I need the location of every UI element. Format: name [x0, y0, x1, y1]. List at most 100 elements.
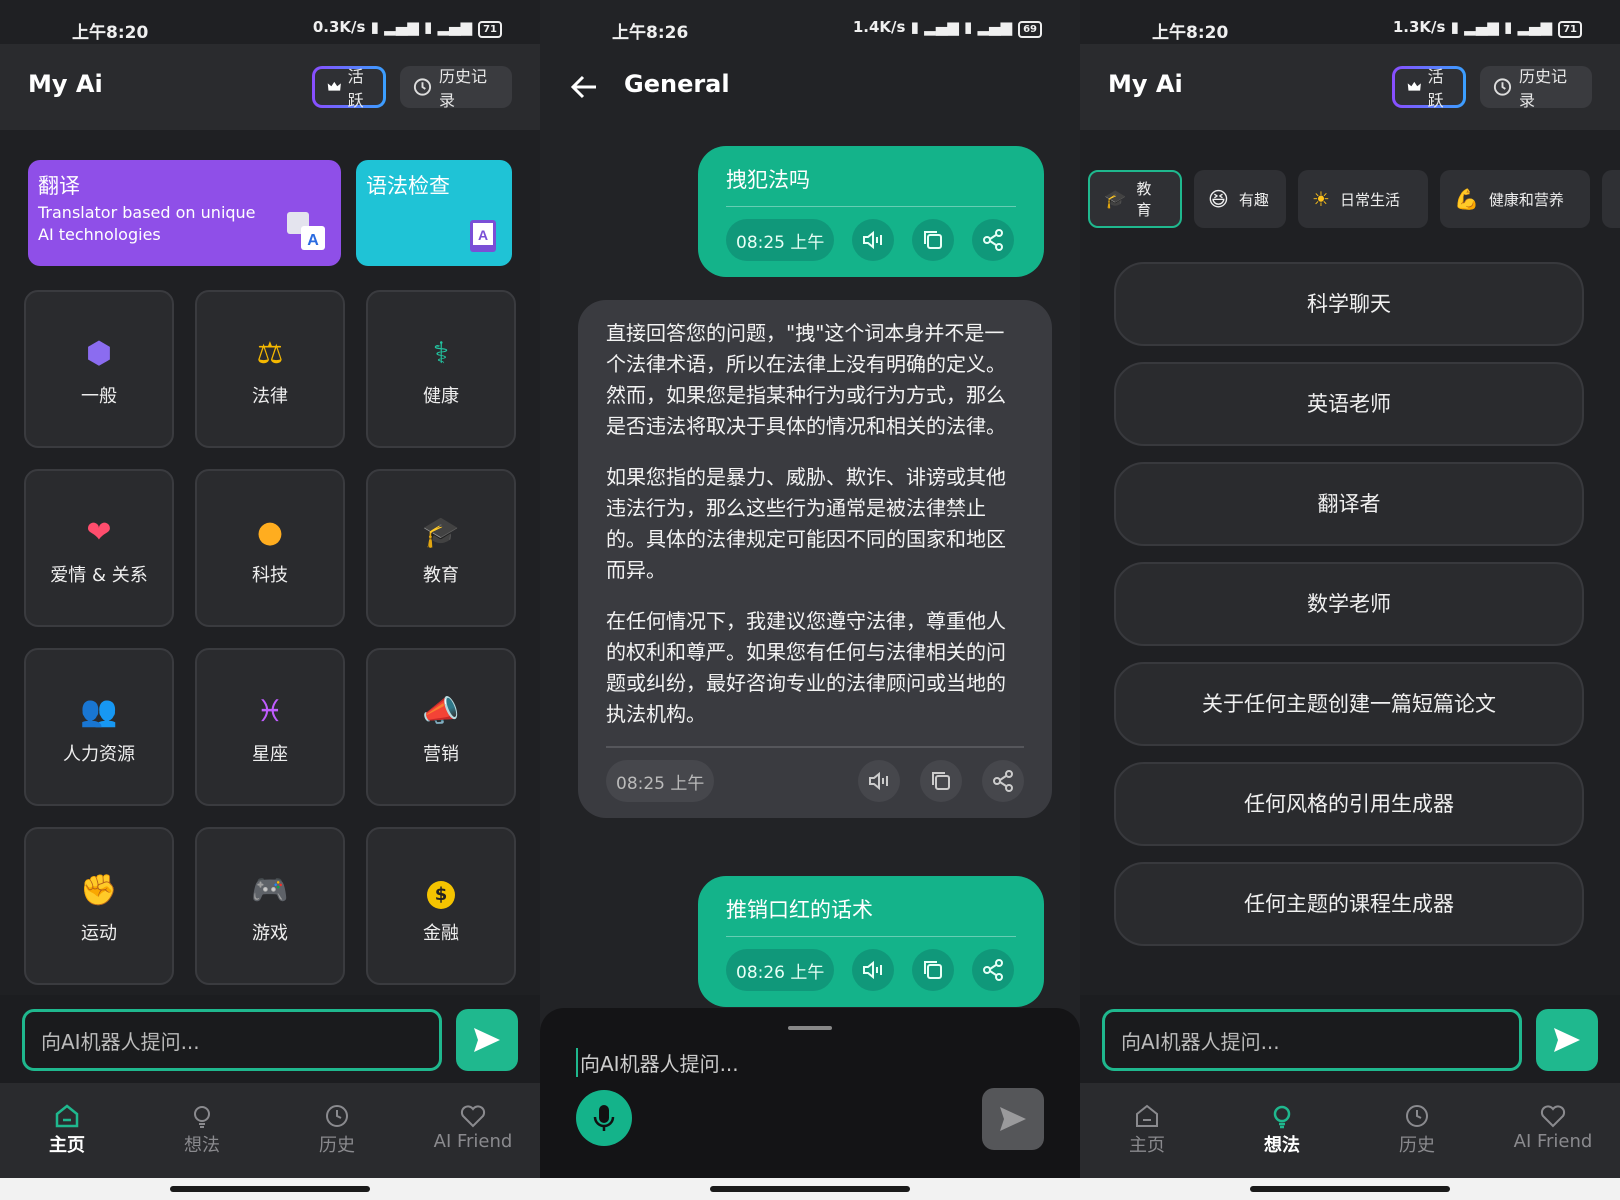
speak-button[interactable] — [858, 760, 900, 802]
nav-ideas-label: 想法 — [184, 1135, 220, 1156]
copy-button[interactable] — [920, 760, 962, 802]
nav-history[interactable]: 历史 — [1362, 1101, 1472, 1157]
mic-button[interactable] — [576, 1090, 632, 1146]
status-network: 1.3K/s ▮ ▂▄▆ ▮ ▂▄▆ 71 — [1393, 18, 1582, 38]
svg-text:A: A — [478, 227, 488, 243]
send-button[interactable] — [456, 1009, 518, 1071]
category-tile[interactable]: 📣 营销 — [366, 648, 516, 806]
status-time: 上午8:26 — [612, 23, 689, 43]
copy-button[interactable] — [912, 219, 955, 261]
nav-friend[interactable]: AI Friend — [418, 1101, 528, 1152]
speak-button[interactable] — [852, 949, 895, 991]
category-label: 爱情 & 关系 — [50, 565, 148, 586]
category-tile[interactable]: $ 金融 — [366, 827, 516, 985]
gesture-bar — [0, 1178, 540, 1200]
category-tile[interactable]: ⚕ 健康 — [366, 290, 516, 448]
nav-history[interactable]: 历史 — [282, 1101, 392, 1157]
home-icon — [55, 1104, 79, 1128]
nav-home-label: 主页 — [49, 1135, 85, 1156]
prompt-item[interactable]: 数学老师 — [1114, 562, 1584, 646]
category-tile[interactable]: ✊ 运动 — [24, 827, 174, 985]
nav-home[interactable]: 主页 — [12, 1101, 122, 1157]
chip-education[interactable]: 🎓 教育 — [1088, 170, 1182, 228]
send-button[interactable] — [1536, 1009, 1598, 1071]
laughing-face-icon: 😆 — [1208, 187, 1229, 211]
history-icon — [413, 78, 432, 96]
active-label: 活跃 — [347, 67, 364, 110]
status-bar: 上午8:26 1.4K/s ▮ ▂▄▆ ▮ ▂▄▆ 69 — [540, 0, 1080, 44]
category-tile[interactable]: ● 科技 — [195, 469, 345, 627]
speak-button[interactable] — [852, 219, 895, 261]
bulb-icon — [194, 1106, 210, 1128]
bulb-icon: ● — [256, 515, 284, 550]
nav-ideas[interactable]: 想法 — [147, 1101, 257, 1157]
share-icon — [983, 229, 1004, 251]
ideas-screen: 上午8:20 1.3K/s ▮ ▂▄▆ ▮ ▂▄▆ 71 My Ai 活跃 历史记… — [1080, 0, 1620, 1200]
home-screen: 上午8:20 0.3K/s ▮ ▂▄▆ ▮ ▂▄▆ 71 My Ai 活跃 历史记… — [0, 0, 540, 1200]
send-button[interactable] — [982, 1088, 1044, 1150]
status-time: 上午8:20 — [72, 23, 149, 43]
translate-banner[interactable]: 翻译 Translator based on unique AI technol… — [28, 160, 341, 266]
ai-paragraph: 直接回答您的问题，"拽"这个词本身并不是一个法律术语，所以在法律上没有明确的定义… — [606, 321, 1006, 438]
category-tile[interactable]: 🎮 游戏 — [195, 827, 345, 985]
share-button[interactable] — [972, 949, 1015, 991]
share-button[interactable] — [972, 219, 1015, 261]
active-label: 活跃 — [1427, 67, 1444, 110]
microphone-icon — [593, 1105, 615, 1131]
prompt-item[interactable]: 任何风格的引用生成器 — [1114, 762, 1584, 846]
category-tile[interactable]: ♓ 星座 — [195, 648, 345, 806]
nav-history-label: 历史 — [319, 1135, 355, 1156]
message-time: 08:25 上午 — [726, 219, 835, 261]
chip-daily-life[interactable]: ☀ 日常生活 — [1298, 170, 1428, 228]
category-tile[interactable]: 🎓 教育 — [366, 469, 516, 627]
ask-input[interactable]: 向AI机器人提问... — [22, 1009, 442, 1071]
category-tile[interactable]: ⬢ 一般 — [24, 290, 174, 448]
copy-button[interactable] — [912, 949, 955, 991]
status-network: 1.4K/s ▮ ▂▄▆ ▮ ▂▄▆ 69 — [853, 18, 1042, 38]
muscle-icon: 💪 — [1454, 187, 1479, 211]
network-speed: 1.4K/s — [852, 18, 906, 36]
active-button[interactable]: 活跃 — [1392, 66, 1466, 110]
nav-home[interactable]: 主页 — [1092, 1101, 1202, 1157]
category-tile[interactable]: ❤ 爱情 & 关系 — [24, 469, 174, 627]
category-label: 健康 — [423, 386, 459, 407]
nav-ideas[interactable]: 想法 — [1227, 1101, 1337, 1157]
chip-health[interactable]: 💪 健康和营养 — [1440, 170, 1590, 228]
prompt-item[interactable]: 英语老师 — [1114, 362, 1584, 446]
copy-icon — [924, 231, 943, 249]
history-icon — [1493, 78, 1512, 96]
prompt-item[interactable]: 翻译者 — [1114, 462, 1584, 546]
ask-input[interactable]: 向AI机器人提问... — [1102, 1009, 1522, 1071]
back-arrow-icon[interactable] — [570, 74, 598, 100]
grammar-title: 语法检查 — [366, 174, 450, 198]
scales-icon: ⚖ — [256, 336, 284, 371]
grammar-banner[interactable]: 语法检查 A — [356, 160, 512, 266]
active-button[interactable]: 活跃 — [312, 66, 386, 110]
history-button[interactable]: 历史记录 — [1480, 66, 1592, 110]
chip-fun[interactable]: 😆 有趣 — [1194, 170, 1286, 228]
history-button[interactable]: 历史记录 — [400, 66, 512, 110]
hearts-icon: ❤ — [86, 515, 112, 550]
prompt-item[interactable]: 科学聊天 — [1114, 262, 1584, 346]
svg-text:A: A — [307, 232, 319, 249]
category-tile[interactable]: 👥 人力资源 — [24, 648, 174, 806]
category-tile[interactable]: ⚖ 法律 — [195, 290, 345, 448]
chip-more[interactable] — [1602, 170, 1620, 228]
message-time: 08:26 上午 — [726, 949, 835, 991]
hexagons-icon: ⬢ — [85, 336, 113, 371]
share-button[interactable] — [982, 760, 1024, 802]
prompt-item[interactable]: 关于任何主题创建一篇短篇论文 — [1114, 662, 1584, 746]
nav-friend[interactable]: AI Friend — [1498, 1101, 1608, 1152]
nav-ideas-label: 想法 — [1264, 1135, 1300, 1156]
chat-input[interactable]: 向AI机器人提问... — [576, 1048, 739, 1077]
home-icon — [1136, 1104, 1158, 1127]
drag-handle[interactable] — [788, 1026, 832, 1030]
graduation-cap-icon: 🎓 — [1104, 188, 1127, 210]
status-time: 上午8:20 — [1152, 23, 1229, 43]
ask-area: 向AI机器人提问... — [1080, 995, 1620, 1083]
speaker-icon — [863, 960, 883, 980]
prompt-item[interactable]: 任何主题的课程生成器 — [1114, 862, 1584, 946]
user-message-text: 推销口红的话术 — [726, 894, 1016, 937]
battery-icon: 71 — [478, 21, 502, 38]
bottom-nav: 主页 想法 历史 AI Friend — [1080, 1083, 1620, 1178]
